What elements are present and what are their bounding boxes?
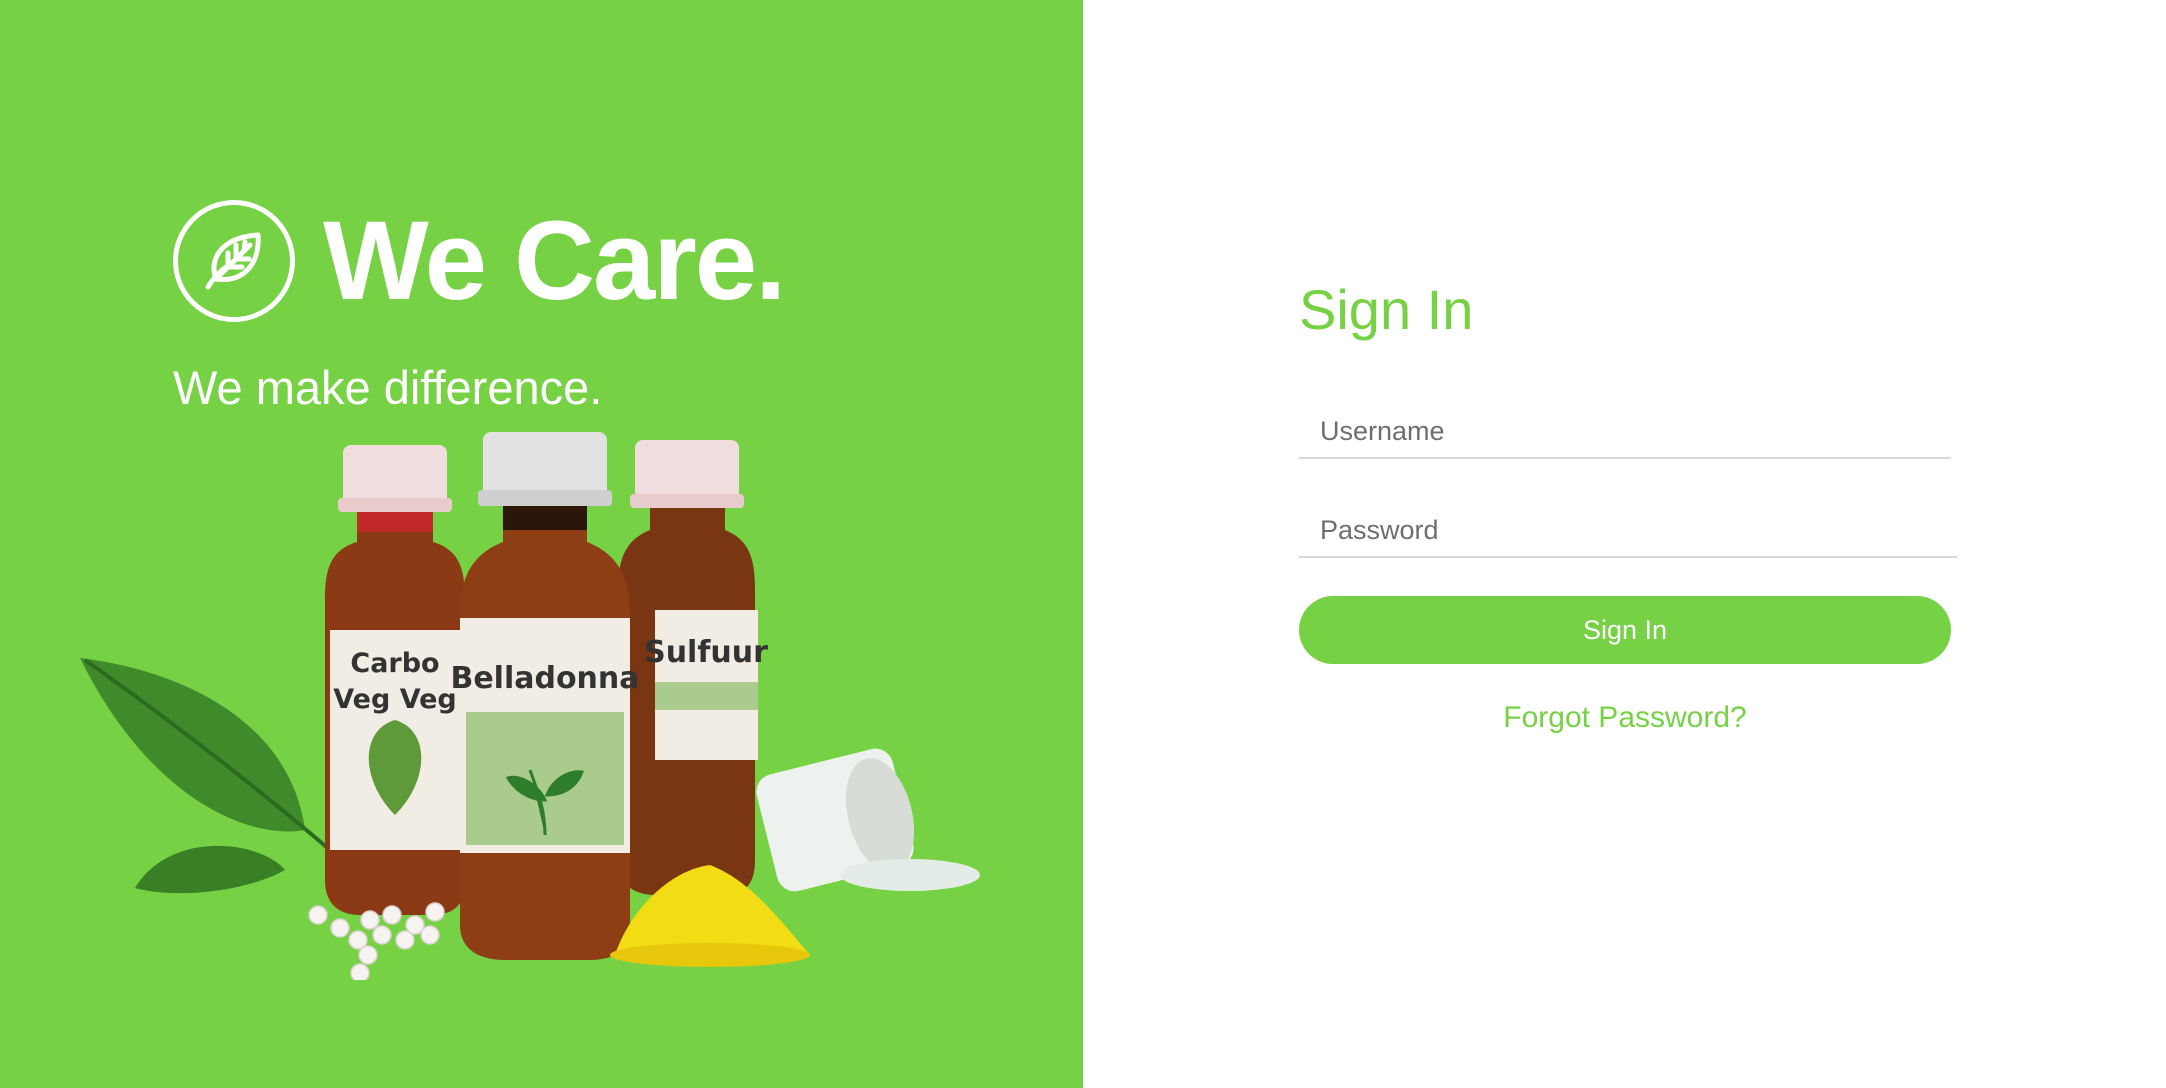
brand-panel: We Care. We make difference. Carbo Veg Ve… bbox=[0, 0, 1083, 1088]
bottle-carbo-veg: Carbo Veg Veg bbox=[325, 445, 465, 915]
brand-name: We Care. bbox=[323, 198, 786, 323]
leaf-icon bbox=[173, 200, 295, 322]
bottle-sulfur-label: Sulfuur bbox=[644, 635, 768, 670]
product-illustration: Carbo Veg Veg Sulfuur Belladonna bbox=[80, 432, 980, 980]
leaf-small bbox=[135, 845, 285, 894]
signin-panel: Sign In Sign In Forgot Password? bbox=[1083, 0, 2166, 1088]
bottle-sulfur: Sulfuur bbox=[618, 440, 768, 895]
brand-header: We Care. bbox=[173, 198, 786, 323]
brand-tagline: We make difference. bbox=[173, 361, 603, 414]
signin-button[interactable]: Sign In bbox=[1299, 596, 1951, 664]
leaf-large bbox=[80, 658, 332, 852]
signin-title: Sign In bbox=[1299, 278, 1474, 341]
login-page: We Care. We make difference. Carbo Veg Ve… bbox=[0, 0, 2166, 1088]
password-field-wrapper bbox=[1299, 497, 1957, 558]
bottle-belladonna: Belladonna bbox=[450, 432, 640, 960]
password-input[interactable] bbox=[1299, 497, 1957, 556]
username-input[interactable] bbox=[1299, 398, 1951, 457]
bottle-belladonna-label: Belladonna bbox=[450, 661, 639, 696]
signin-form: Sign In Sign In Forgot Password? bbox=[1299, 278, 1957, 735]
username-field-wrapper bbox=[1299, 398, 1951, 459]
forgot-password-link[interactable]: Forgot Password? bbox=[1299, 701, 1951, 735]
spilled-container bbox=[756, 748, 980, 892]
